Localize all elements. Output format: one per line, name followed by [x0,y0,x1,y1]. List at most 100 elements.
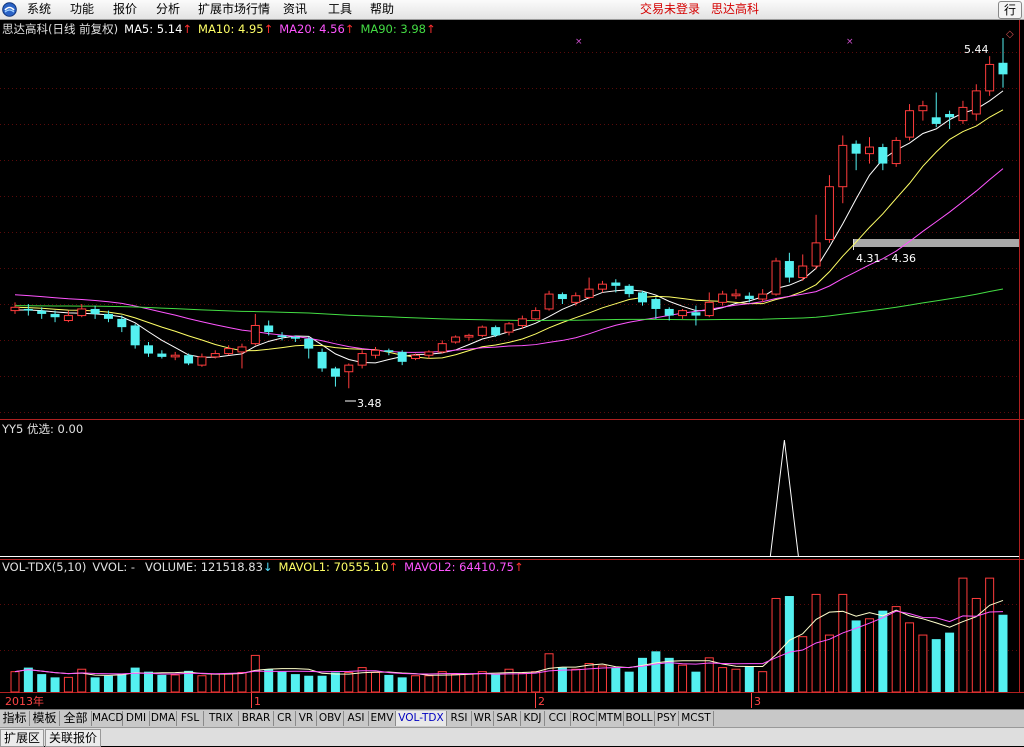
volume-bar [424,675,434,693]
indicator-tab-obv[interactable]: OBV [317,711,344,726]
volume-bar [63,676,73,693]
candle-body [210,353,220,358]
kline-chart[interactable]: 5.44 4.31 - 4.36 3.48 × × ◇ 2013年 1 2 3 [0,20,1024,709]
candle-body [197,356,207,366]
volume-bar [678,664,688,693]
candle-body [824,186,834,241]
moving-average-lines [14,90,1004,364]
marker-x-2: × [846,37,854,47]
axis-month-2: 2 [538,695,545,708]
indicator-tab-rsi[interactable]: RSI [447,711,472,726]
volume-bar [384,674,394,692]
volume-bar [891,606,901,693]
volume-bar [998,614,1008,692]
indicator-tab-dmi[interactable]: DMI [123,711,150,726]
candle-body [758,293,768,300]
app-logo-icon[interactable] [2,2,17,17]
indicator-tab--[interactable]: 模板 [30,711,60,726]
candle-body [130,325,140,346]
indicator-tab-asi[interactable]: ASI [344,711,369,726]
candle-body [464,334,474,338]
trade-login-status[interactable]: 交易未登录 [640,2,700,17]
volume-bar [170,674,180,693]
mavol1-up-arrow: ↑ [388,560,399,574]
indicator-tab-vr[interactable]: VR [296,711,317,726]
volume-bar [290,674,300,692]
volume-bar [557,667,567,692]
candle-body [451,336,461,343]
mavol2-up-arrow: ↑ [514,560,524,574]
bottom-tab-extension[interactable]: 扩展区 [0,729,45,747]
indicator-tab-emv[interactable]: EMV [369,711,396,726]
menu-system[interactable]: 系统 [27,2,51,17]
indicator-header: YY5 优选: 0.00 [2,422,84,436]
volume-bar [824,634,834,693]
indicator-tab-cr[interactable]: CR [274,711,296,726]
volume-bar [451,673,461,693]
volume-bar [718,667,728,693]
indicator-tab-brar[interactable]: BRAR [239,711,274,726]
candle-body [971,90,981,115]
candle-body [237,346,247,353]
indicator-tab-wr[interactable]: WR [472,711,494,726]
volume-bar [411,675,421,693]
volume-down-arrow: ↓ [262,560,273,574]
indicator-tab-dma[interactable]: DMA [150,711,177,726]
candle-body [184,355,194,364]
volume-bar [731,668,741,693]
indicator-tab-fsl[interactable]: FSL [177,711,204,726]
menu-quote[interactable]: 报价 [113,2,137,17]
indicator-tab--[interactable]: 指标 [0,711,30,726]
volume-bar [50,677,60,692]
volume-bars [10,577,1008,693]
candle-body [891,139,901,165]
volume-bar [197,675,207,693]
candle-body [10,306,20,312]
candle-body [424,351,434,356]
menu-tools[interactable]: 工具 [328,2,352,17]
volume-bar [878,610,888,692]
indicator-tab-boll[interactable]: BOLL [624,711,655,726]
indicator-tab-cci[interactable]: CCI [545,711,571,726]
indicator-tab-mcst[interactable]: MCST [679,711,714,726]
volume-bar [958,577,968,693]
volume-bar [130,667,140,692]
volume-bar [464,673,474,693]
volume-bar [304,675,314,692]
vvol-value: VVOL: - [92,560,136,574]
indicator-tab-sar[interactable]: SAR [494,711,521,726]
marker-diamond: ◇ [1006,29,1014,40]
candle-body [117,318,127,328]
stock-name-label: 思达高科 [711,2,760,16]
candle-body [811,242,821,267]
candle-body [103,313,113,319]
mavol1-value: MAVOL1: 70555.10 [278,560,389,574]
indicator-tab-mtm[interactable]: MTM [597,711,624,726]
support-band [853,239,1019,247]
quote-toggle-button[interactable]: 行 [998,1,1022,19]
candle-body [397,351,407,362]
candle-body [557,294,567,300]
indicator-tab-kdj[interactable]: KDJ [521,711,545,726]
menu-analysis[interactable]: 分析 [156,2,180,17]
menu-info[interactable]: 资讯 [283,2,307,17]
candle-body [905,110,915,138]
volume-bar [931,639,941,692]
bottom-tab-related-quotes[interactable]: 关联报价 [45,729,102,747]
candle-body [437,343,447,353]
candle-body [651,299,661,309]
volume-bar [23,667,33,692]
indicator-tab-psy[interactable]: PSY [655,711,679,726]
indicator-tab-trix[interactable]: TRIX [204,711,239,726]
axis-month-3: 3 [754,695,761,708]
candle-body [517,318,527,326]
candle-body [290,337,300,339]
indicator-tab-vol-tdx[interactable]: VOL-TDX [396,711,447,726]
indicator-tab-roc[interactable]: ROC [571,711,597,726]
indicator-tab--[interactable]: 全部 [60,711,92,726]
menu-function[interactable]: 功能 [70,2,94,17]
volume-bar [344,671,354,693]
menu-extended-market[interactable]: 扩展市场行情 [198,2,270,17]
indicator-tab-macd[interactable]: MACD [92,711,123,726]
menu-help[interactable]: 帮助 [370,2,394,17]
